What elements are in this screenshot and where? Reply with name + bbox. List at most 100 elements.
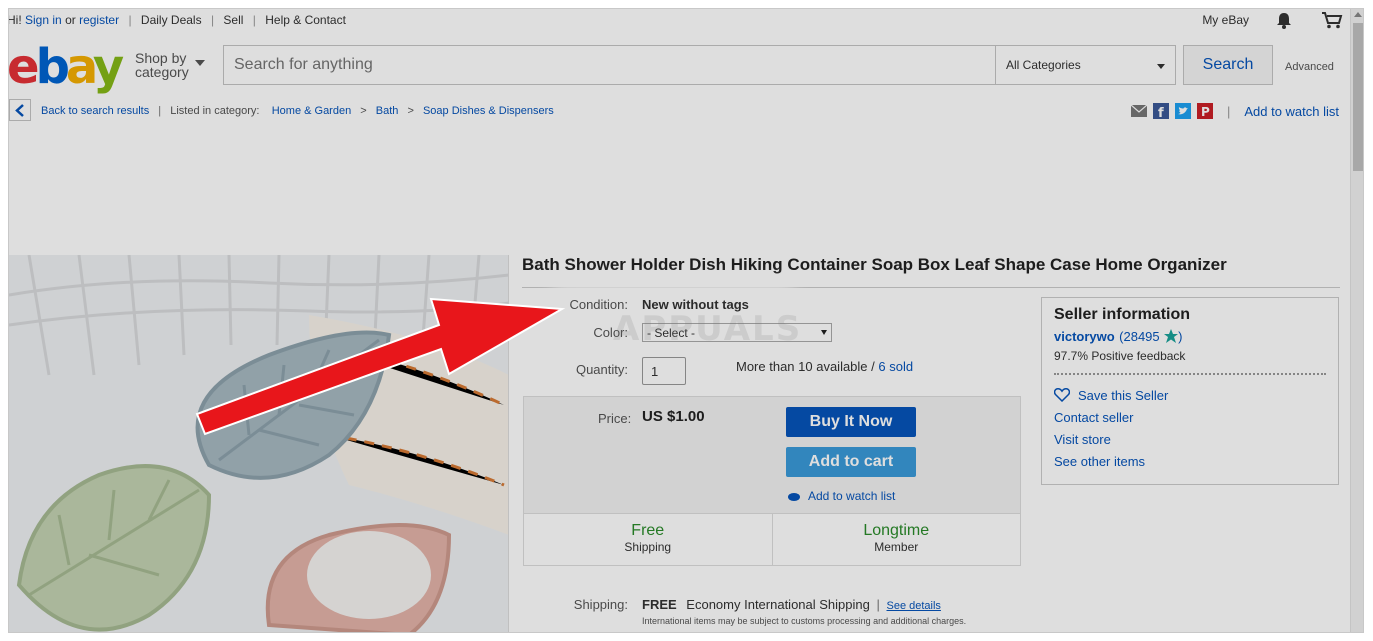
email-icon[interactable] (1130, 103, 1148, 119)
divider: | (876, 597, 880, 612)
logo-letter: b (35, 39, 70, 95)
dotted-divider (1054, 373, 1326, 375)
free-shipping-badge: Free Shipping (524, 514, 772, 565)
seller-name-link[interactable]: victorywo (1054, 329, 1115, 344)
chevron-left-icon (15, 104, 24, 117)
color-label: Color: (593, 325, 628, 340)
chevron-down-icon (195, 60, 205, 66)
add-to-watch-list-link[interactable]: Add to watch list (1244, 104, 1339, 119)
pinterest-icon[interactable]: P (1196, 103, 1213, 119)
vertical-scrollbar[interactable] (1350, 9, 1363, 632)
badge-title: Free (631, 522, 665, 539)
divider: | (1226, 103, 1231, 119)
contact-seller-link[interactable]: Contact seller (1054, 407, 1326, 429)
shipping-note: International items may be subject to cu… (642, 616, 967, 626)
price-panel: Price: US $1.00 Buy It Now Add to cart A… (523, 396, 1021, 566)
advanced-search-link[interactable]: Advanced (1285, 61, 1334, 73)
help-contact-link[interactable]: Help & Contact (265, 13, 346, 27)
divider: | (158, 105, 162, 117)
chevron-down-icon (821, 330, 827, 335)
price-label: Price: (598, 411, 632, 426)
logo-letter: a (65, 39, 97, 95)
shipping-label: Shipping: (573, 597, 628, 612)
divider: | (252, 13, 256, 27)
soap-dish-photo (9, 255, 508, 632)
search-input[interactable]: Search for anything (223, 45, 996, 85)
add-to-watch-list-button[interactable]: Add to watch list (788, 489, 895, 503)
scrollbar-thumb[interactable] (1353, 23, 1363, 171)
category-select-value: All Categories (1006, 58, 1081, 72)
price-value: US $1.00 (642, 408, 705, 425)
sell-link[interactable]: Sell (223, 13, 243, 27)
breadcrumb-soap-dishes[interactable]: Soap Dishes & Dispensers (423, 105, 554, 117)
availability-text: More than 10 available / 6 sold (736, 359, 913, 374)
greeting-text: Hi! (8, 13, 22, 27)
seller-information-panel: Seller information victorywo (28495 ) 97… (1041, 297, 1339, 485)
seller-score-link[interactable]: 28495 (1123, 329, 1159, 344)
register-link[interactable]: register (79, 13, 119, 27)
visit-store-link[interactable]: Visit store (1054, 429, 1326, 451)
seller-score-close: ) (1178, 329, 1183, 344)
heart-icon (1053, 387, 1071, 403)
breadcrumb-bath[interactable]: Bath (376, 105, 399, 117)
seller-heading: Seller information (1054, 306, 1191, 323)
or-text: or (65, 13, 76, 27)
shop-by-label: Shop by (135, 50, 187, 66)
category-label: category (135, 64, 189, 80)
logo-letter: e (8, 39, 40, 95)
share-bar: f P | Add to watch list (1130, 103, 1339, 121)
top-nav-left: Hi! Sign in or register | Daily Deals | … (8, 13, 346, 27)
buy-it-now-button[interactable]: Buy It Now (786, 407, 916, 437)
back-button[interactable] (9, 99, 31, 121)
see-details-link[interactable]: See details (887, 600, 941, 612)
star-icon (1164, 329, 1179, 343)
logo-letter: y (92, 39, 124, 95)
condition-label: Condition: (569, 297, 628, 312)
breadcrumb-home-garden[interactable]: Home & Garden (272, 105, 351, 117)
availability-count: More than 10 available / (736, 359, 875, 374)
badge-subtitle: Member (874, 540, 919, 554)
item-title: Bath Shower Holder Dish Hiking Container… (522, 255, 1227, 274)
ebay-logo[interactable]: ebay (8, 39, 124, 95)
category-select[interactable]: All Categories (996, 45, 1176, 85)
quantity-label: Quantity: (575, 362, 628, 377)
daily-deals-link[interactable]: Daily Deals (141, 13, 202, 27)
product-image[interactable] (9, 255, 509, 632)
notification-bell-icon[interactable] (1275, 11, 1295, 29)
search-button[interactable]: Search (1183, 45, 1273, 85)
see-other-items-link[interactable]: See other items (1054, 451, 1326, 473)
breadcrumb-separator: > (360, 105, 367, 117)
back-to-results-link[interactable]: Back to search results (41, 105, 149, 117)
sign-in-link[interactable]: Sign in (25, 13, 62, 27)
divider: | (210, 13, 215, 27)
top-nav-right: My eBay (1202, 11, 1343, 29)
shipping-value: FREE Economy International Shipping | Se… (642, 597, 941, 612)
twitter-icon[interactable] (1174, 103, 1191, 119)
sold-count-link[interactable]: 6 sold (878, 359, 913, 374)
watermark: APPUALS (613, 309, 803, 349)
breadcrumb-trail: Back to search results | Listed in categ… (41, 105, 554, 117)
breadcrumb: Back to search results | Listed in categ… (9, 99, 1349, 127)
svg-text:P: P (1201, 105, 1210, 119)
svg-text:f: f (1158, 106, 1164, 119)
longtime-member-badge: Longtime Member (771, 514, 1021, 565)
cart-icon[interactable] (1321, 11, 1343, 29)
item-badges: Free Shipping Longtime Member (524, 513, 1020, 565)
shop-by-category-button[interactable]: Shop by category (135, 50, 205, 80)
add-to-cart-button[interactable]: Add to cart (786, 447, 916, 477)
my-ebay-link[interactable]: My eBay (1202, 13, 1249, 27)
save-seller-button[interactable]: Save this Seller (1053, 385, 1326, 407)
quantity-input[interactable]: 1 (642, 357, 686, 385)
facebook-icon[interactable]: f (1152, 103, 1169, 121)
badge-title: Longtime (863, 522, 930, 539)
scroll-up-arrow-icon[interactable] (1354, 12, 1362, 17)
site-header: ebay Shop by category Search for anythin… (9, 39, 1349, 95)
positive-feedback: 97.7% Positive feedback (1054, 349, 1186, 363)
eye-icon (788, 492, 800, 501)
shipping-method: Economy International Shipping (686, 597, 870, 612)
top-nav-bar: Hi! Sign in or register | Daily Deals | … (9, 9, 1349, 31)
shipping-free: FREE (642, 597, 677, 612)
chevron-down-icon (1157, 64, 1165, 69)
listed-in-label: Listed in category: (170, 105, 260, 117)
browser-page: Hi! Sign in or register | Daily Deals | … (8, 8, 1364, 633)
